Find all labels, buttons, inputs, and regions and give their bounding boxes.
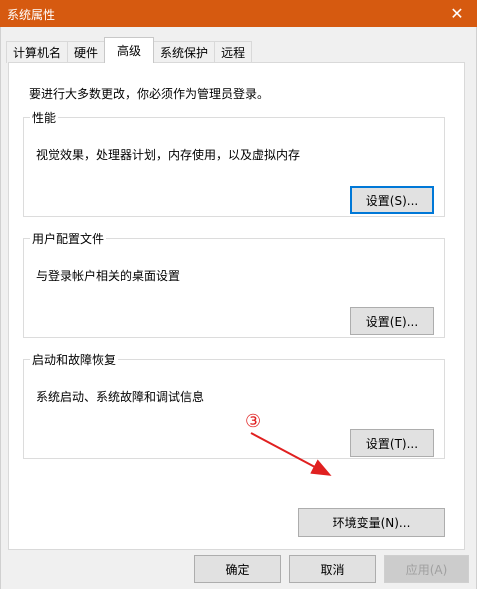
performance-desc: 视觉效果，处理器计划，内存使用，以及虚拟内存	[36, 148, 301, 162]
performance-legend: 性能	[32, 111, 57, 125]
startup-recovery-legend: 启动和故障恢复	[32, 353, 117, 367]
apply-button[interactable]: 应用(A)	[384, 555, 469, 583]
dialog-body: 计算机名 硬件 高级 系统保护 远程 要进行大多数更改，你必须作为管理员登录。 …	[0, 27, 477, 589]
ok-button[interactable]: 确定	[194, 555, 281, 583]
user-profiles-desc: 与登录帐户相关的桌面设置	[36, 269, 181, 283]
tab-hardware[interactable]: 硬件	[67, 41, 106, 63]
environment-variables-button[interactable]: 环境变量(N)...	[298, 508, 445, 537]
close-icon[interactable]: ✕	[437, 0, 477, 27]
user-profiles-settings-button[interactable]: 设置(E)...	[350, 307, 434, 335]
user-profiles-group: 用户配置文件 与登录帐户相关的桌面设置 设置(E)...	[23, 230, 445, 338]
tab-system-protection[interactable]: 系统保护	[153, 41, 216, 63]
advanced-panel: 要进行大多数更改，你必须作为管理员登录。 性能 视觉效果，处理器计划，内存使用，…	[8, 62, 465, 550]
startup-recovery-group: 启动和故障恢复 系统启动、系统故障和调试信息 设置(T)...	[23, 351, 445, 459]
tab-computer-name[interactable]: 计算机名	[6, 41, 69, 63]
tab-strip: 计算机名 硬件 高级 系统保护 远程	[6, 37, 253, 63]
performance-group: 性能 视觉效果，处理器计划，内存使用，以及虚拟内存 设置(S)...	[23, 109, 445, 217]
tab-remote[interactable]: 远程	[214, 41, 253, 63]
tab-advanced[interactable]: 高级	[104, 37, 155, 63]
step-number-annotation: ③	[245, 411, 262, 432]
startup-recovery-desc: 系统启动、系统故障和调试信息	[36, 390, 205, 404]
window-title: 系统属性	[7, 8, 56, 22]
cancel-button[interactable]: 取消	[289, 555, 376, 583]
user-profiles-legend: 用户配置文件	[32, 232, 105, 246]
admin-notice: 要进行大多数更改，你必须作为管理员登录。	[29, 87, 270, 101]
startup-recovery-settings-button[interactable]: 设置(T)...	[350, 429, 434, 457]
performance-settings-button[interactable]: 设置(S)...	[350, 186, 434, 214]
title-bar: 系统属性 ✕	[0, 0, 477, 27]
